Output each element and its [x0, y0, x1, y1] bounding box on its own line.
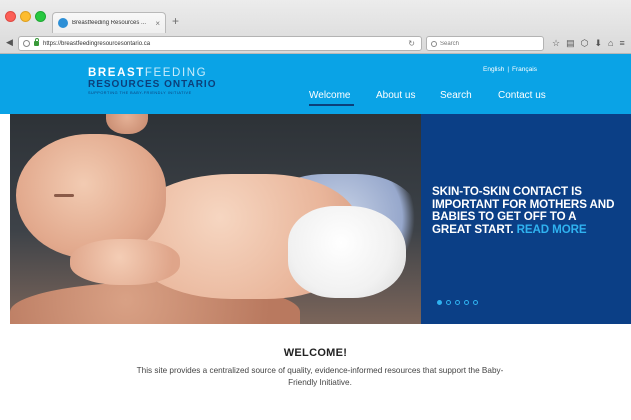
new-tab-button[interactable]: + — [172, 14, 179, 28]
hero-photo-sleeping-baby — [10, 114, 421, 324]
diaper — [288, 206, 406, 298]
carousel-dot-4[interactable] — [464, 300, 469, 305]
lock-icon — [34, 38, 39, 46]
logo-tagline: SUPPORTING THE BABY-FRIENDLY INITIATIVE — [88, 91, 192, 95]
active-nav-indicator — [309, 104, 354, 106]
home-icon[interactable]: ⌂ — [608, 36, 613, 50]
carousel-dot-1[interactable] — [437, 300, 442, 305]
parent-hand — [106, 114, 148, 134]
logo-line-1: BREASTFEEDING — [88, 67, 208, 79]
site-header: BREASTFEEDING RESOURCES ONTARIO SUPPORTI… — [0, 54, 631, 114]
browser-chrome: Breastfeeding Resources ... × + ◀ https:… — [0, 0, 631, 54]
baby-arm — [70, 239, 180, 285]
tab-strip: Breastfeeding Resources ... × + — [0, 0, 631, 33]
download-icon[interactable]: ⬇ — [594, 36, 602, 50]
bookmark-star-icon[interactable]: ☆ — [552, 36, 560, 50]
zoom-window-button[interactable] — [35, 11, 46, 22]
welcome-description: This site provides a centralized source … — [136, 366, 504, 387]
clipboard-icon[interactable]: ▤ — [566, 36, 575, 50]
nav-about-us[interactable]: About us — [376, 90, 415, 101]
tab-title: Breastfeeding Resources ... — [72, 20, 147, 26]
back-arrow-icon[interactable]: ◀ — [6, 37, 13, 48]
lang-english-link[interactable]: English — [483, 66, 504, 73]
lang-separator: | — [507, 66, 510, 73]
search-icon — [431, 40, 437, 47]
info-icon[interactable] — [23, 40, 30, 47]
browser-tab[interactable]: Breastfeeding Resources ... × — [52, 12, 166, 33]
hero-carousel: SKIN-TO-SKIN CONTACT IS IMPORTANT FOR MO… — [0, 114, 631, 324]
browser-toolbar: ◀ https://breastfeedingresourcesontario.… — [0, 33, 631, 54]
site-logo[interactable]: BREASTFEEDING RESOURCES ONTARIO SUPPORTI… — [88, 67, 217, 96]
language-switcher: English | Français — [483, 66, 537, 73]
nav-contact-us[interactable]: Contact us — [498, 90, 546, 101]
browser-search-bar[interactable] — [426, 36, 544, 51]
close-window-button[interactable] — [5, 11, 16, 22]
welcome-title: WELCOME! — [283, 347, 348, 359]
pocket-icon[interactable]: ⬡ — [581, 36, 589, 50]
carousel-dot-3[interactable] — [455, 300, 460, 305]
reload-icon[interactable]: ↻ — [408, 39, 415, 48]
logo-line-2: RESOURCES ONTARIO — [88, 79, 217, 90]
carousel-dot-2[interactable] — [446, 300, 451, 305]
carousel-dots — [437, 300, 478, 305]
browser-search-input[interactable] — [440, 40, 535, 47]
read-more-link[interactable]: READ MORE — [517, 223, 587, 236]
url-bar[interactable]: https://breastfeedingresourcesontario.ca… — [18, 36, 422, 51]
welcome-section: WELCOME! This site provides a centralize… — [0, 324, 631, 420]
site-favicon-icon — [58, 18, 68, 28]
menu-icon[interactable]: ≡ — [619, 36, 624, 50]
tab-close-icon[interactable]: × — [155, 19, 160, 28]
carousel-dot-5[interactable] — [473, 300, 478, 305]
minimize-window-button[interactable] — [20, 11, 31, 22]
baby-eye — [54, 194, 74, 197]
lang-french-link[interactable]: Français — [512, 66, 537, 73]
nav-welcome[interactable]: Welcome — [309, 90, 351, 101]
hero-headline: SKIN-TO-SKIN CONTACT IS IMPORTANT FOR MO… — [432, 185, 615, 236]
url-text: https://breastfeedingresourcesontario.ca — [43, 40, 151, 47]
nav-search[interactable]: Search — [440, 90, 472, 101]
hero-text-panel: SKIN-TO-SKIN CONTACT IS IMPORTANT FOR MO… — [421, 114, 631, 324]
toolbar-icons: ☆ ▤ ⬡ ⬇ ⌂ ≡ — [552, 36, 625, 50]
